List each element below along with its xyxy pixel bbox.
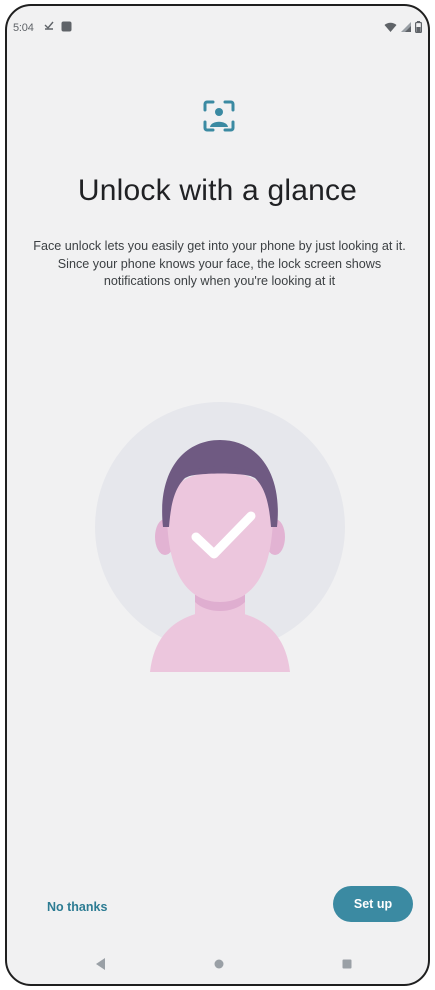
page-description: Face unlock lets you easily get into you…	[33, 239, 406, 288]
status-bar: 5:04	[7, 6, 428, 52]
set-up-button[interactable]: Set up	[333, 886, 413, 922]
battery-icon	[415, 21, 422, 33]
app-notification-icon	[61, 21, 72, 31]
recents-icon[interactable]	[337, 954, 357, 974]
no-thanks-button[interactable]: No thanks	[43, 894, 111, 920]
signal-icon	[401, 22, 411, 32]
phone-screen: 5:04 Unlock with a glance Face unlock le…	[5, 4, 430, 986]
back-icon[interactable]	[91, 954, 111, 974]
page-title: Unlock with a glance	[77, 174, 358, 207]
status-time: 5:04	[13, 22, 34, 34]
navigation-bar	[7, 944, 428, 984]
download-done-icon	[44, 21, 54, 30]
wifi-icon	[384, 22, 397, 32]
face-scan-icon	[203, 100, 235, 132]
face-checkmark-illustration	[95, 402, 345, 672]
home-icon[interactable]	[209, 954, 229, 974]
